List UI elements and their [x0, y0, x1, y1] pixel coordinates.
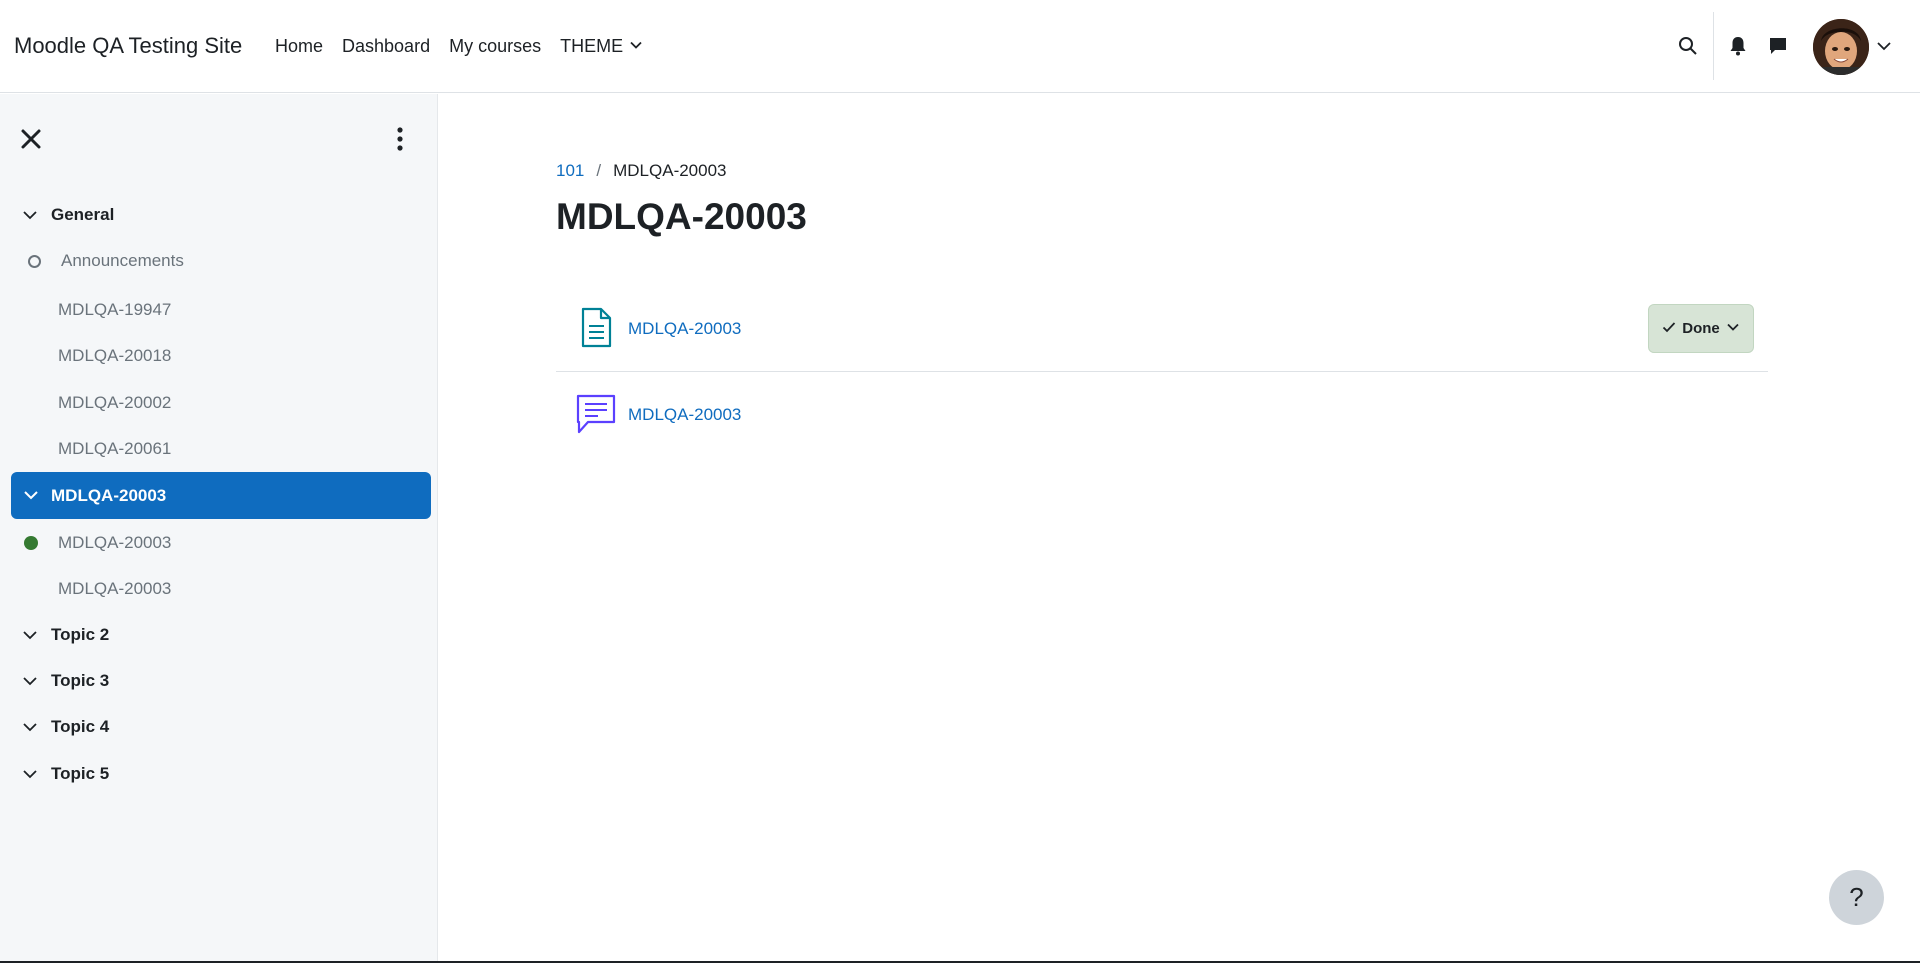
avatar[interactable] [1813, 19, 1869, 75]
sidebar-section-label: General [51, 205, 115, 224]
sidebar-item-mdlqa-19947[interactable]: MDLQA-19947 [0, 288, 438, 332]
nav-theme-dropdown[interactable]: THEME [560, 36, 643, 57]
site-brand[interactable]: Moodle QA Testing Site [14, 33, 242, 59]
breadcrumb-separator: / [596, 161, 602, 180]
forum-icon [574, 392, 618, 436]
sidebar-section-label: Topic 2 [51, 625, 110, 644]
completion-done-button[interactable]: Done [1648, 304, 1754, 353]
sidebar-section-topic-4[interactable]: Topic 4 [0, 705, 438, 749]
sidebar-item-label: MDLQA-20018 [58, 346, 172, 365]
sidebar-section-label: Topic 3 [51, 671, 110, 690]
nav-theme-label: THEME [560, 36, 624, 56]
activity-item-forum: MDLQA-20003 [556, 372, 1768, 458]
nav-dashboard[interactable]: Dashboard [342, 36, 430, 57]
sidebar-item-mdlqa-20061[interactable]: MDLQA-20061 [0, 427, 438, 471]
sidebar-section-label: Topic 4 [51, 717, 110, 736]
breadcrumb: 101 / MDLQA-20003 [556, 161, 727, 181]
user-menu-chevron-down-icon[interactable] [1872, 34, 1896, 58]
help-button[interactable]: ? [1829, 870, 1884, 925]
sidebar-item-mdlqa-20018[interactable]: MDLQA-20018 [0, 334, 438, 378]
activity-item-page: MDLQA-20003 Done [556, 286, 1768, 372]
sidebar-section-topic-2[interactable]: Topic 2 [0, 613, 438, 657]
sidebar-item-label: MDLQA-20061 [58, 439, 172, 458]
completion-done-label: Done [1682, 320, 1720, 337]
chevron-down-icon [22, 207, 38, 223]
sidebar-section-general[interactable]: General [0, 193, 438, 237]
close-drawer-icon[interactable] [19, 127, 43, 151]
top-navbar: Moodle QA Testing Site Home Dashboard My… [0, 0, 1920, 93]
sidebar-item-label: MDLQA-19947 [58, 300, 172, 319]
page-title: MDLQA-20003 [556, 196, 807, 237]
sidebar-item-mdlqa-20002[interactable]: MDLQA-20002 [0, 381, 438, 425]
nav-home[interactable]: Home [275, 36, 323, 57]
chevron-down-icon [22, 766, 38, 782]
kebab-menu-icon[interactable] [392, 126, 408, 152]
sidebar-section-label: Topic 5 [51, 764, 110, 783]
chevron-down-icon [1726, 320, 1740, 338]
chevron-down-icon [22, 673, 38, 689]
sidebar-item-label: MDLQA-20002 [58, 393, 172, 412]
bell-icon[interactable] [1726, 34, 1750, 58]
search-icon[interactable] [1676, 34, 1700, 58]
activity-link[interactable]: MDLQA-20003 [628, 319, 741, 339]
navbar-divider [1713, 12, 1714, 80]
sidebar-item-label: Announcements [61, 251, 184, 270]
sidebar-section-topic-3[interactable]: Topic 3 [0, 659, 438, 703]
chevron-down-icon [22, 627, 38, 643]
breadcrumb-course-link[interactable]: 101 [556, 161, 584, 181]
page-icon [574, 306, 618, 350]
sidebar-item-announcements[interactable]: Announcements [0, 239, 438, 283]
sidebar-section-topic-5[interactable]: Topic 5 [0, 752, 438, 796]
sidebar-item-mdlqa-20003-complete[interactable]: MDLQA-20003 [0, 521, 438, 565]
completion-complete-icon [24, 536, 38, 550]
chevron-down-icon [23, 487, 39, 503]
activity-link[interactable]: MDLQA-20003 [628, 405, 741, 425]
sidebar-item-label: MDLQA-20003 [58, 579, 172, 598]
sidebar-item-mdlqa-20003[interactable]: MDLQA-20003 [0, 567, 438, 611]
chevron-down-icon [629, 36, 643, 57]
course-index-drawer: General Announcements MDLQA-19947 MDLQA-… [0, 94, 438, 963]
chevron-down-icon [22, 719, 38, 735]
sidebar-section-label: MDLQA-20003 [51, 485, 167, 505]
primary-navigation: Home Dashboard My courses THEME [275, 36, 662, 57]
sidebar-item-label: MDLQA-20003 [58, 533, 172, 552]
nav-my-courses[interactable]: My courses [449, 36, 541, 57]
check-icon [1662, 320, 1676, 338]
chat-icon[interactable] [1766, 34, 1790, 58]
breadcrumb-current: MDLQA-20003 [613, 161, 727, 180]
sidebar-section-mdlqa-20003[interactable]: MDLQA-20003 [11, 472, 431, 519]
completion-incomplete-icon [28, 254, 41, 268]
